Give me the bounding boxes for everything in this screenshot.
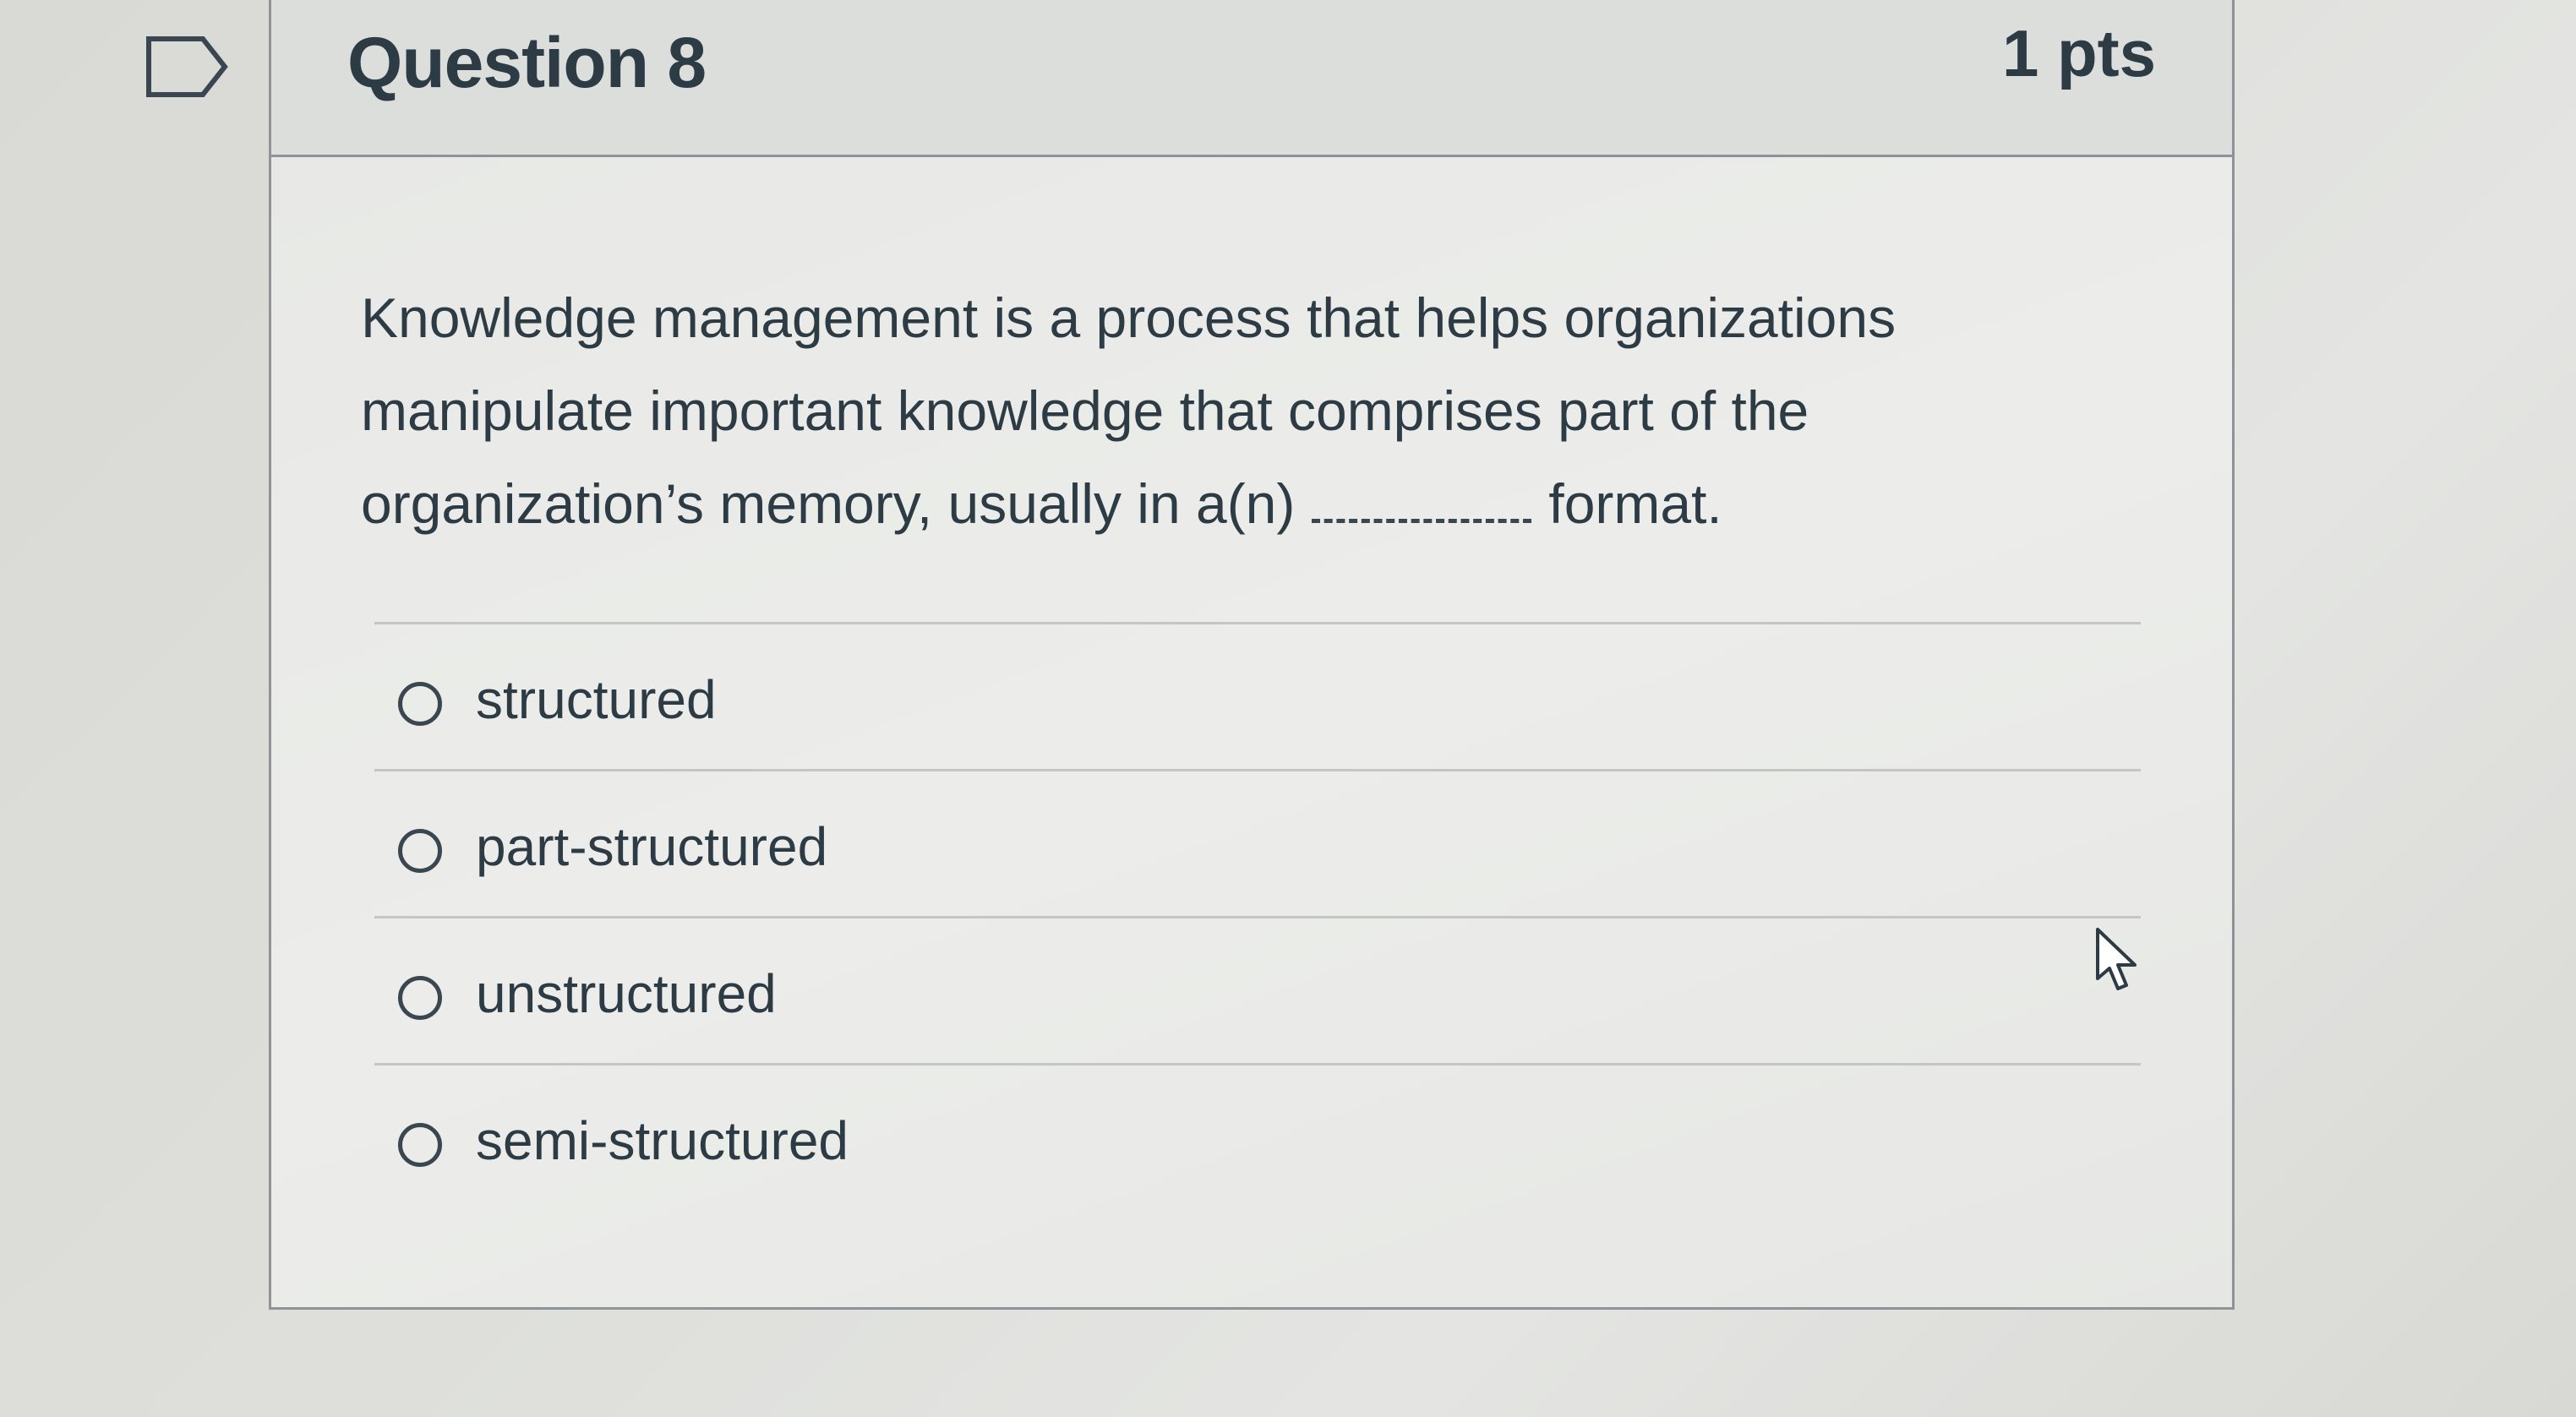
mouse-pointer-icon: [2096, 928, 2137, 990]
bookmark-flag-icon[interactable]: [145, 35, 230, 98]
answer-option[interactable]: structured: [374, 622, 2141, 769]
answer-label[interactable]: structured: [476, 668, 717, 731]
answer-list: structured part-structured unstructured …: [374, 622, 2141, 1210]
answer-label[interactable]: unstructured: [476, 962, 777, 1025]
answer-option[interactable]: semi-structured: [374, 1063, 2141, 1210]
question-points: 1 pts: [2001, 16, 2156, 90]
question-card: Question 8 1 pts Knowledge management is…: [269, 0, 2235, 1310]
radio-button-icon[interactable]: [398, 1123, 442, 1167]
question-body: Knowledge management is a process that h…: [271, 157, 2232, 1307]
question-title: Question 8: [347, 23, 707, 102]
fill-in-blank: [1312, 512, 1532, 523]
answer-option[interactable]: unstructured: [374, 916, 2141, 1063]
radio-button-icon[interactable]: [398, 976, 442, 1020]
radio-button-icon[interactable]: [398, 829, 442, 873]
question-text: Knowledge management is a process that h…: [361, 271, 2093, 550]
question-header: Question 8 1 pts: [271, 0, 2232, 157]
answer-option[interactable]: part-structured: [374, 769, 2141, 916]
question-text-after-blank: format.: [1548, 472, 1722, 535]
answer-label[interactable]: semi-structured: [476, 1109, 849, 1172]
answer-label[interactable]: part-structured: [476, 815, 827, 878]
radio-button-icon[interactable]: [398, 682, 442, 726]
